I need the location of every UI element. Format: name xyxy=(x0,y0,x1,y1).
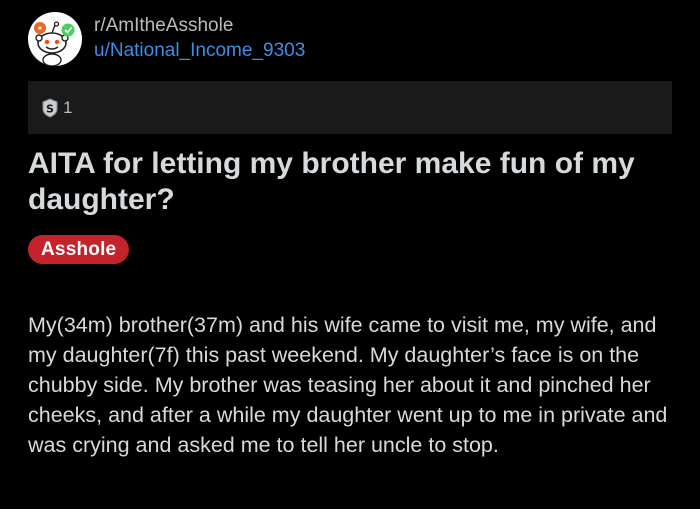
post-title[interactable]: AITA for letting my brother make fun of … xyxy=(28,146,678,218)
award-count: 1 xyxy=(63,97,73,117)
post-flair[interactable]: Asshole xyxy=(28,235,130,264)
post-meta: r/AmItheAsshole u/National_Income_9303 xyxy=(94,14,305,64)
username-link[interactable]: u/National_Income_9303 xyxy=(94,38,305,64)
awards-bar: S 1 xyxy=(28,81,672,134)
svg-text:S: S xyxy=(46,102,54,115)
subreddit-link[interactable]: r/AmItheAsshole xyxy=(94,14,305,38)
post-header: ✶ r/AmItheAsshole u/National_Income_9303 xyxy=(28,12,305,66)
post-body: My(34m) brother(37m) and his wife came t… xyxy=(28,313,668,457)
snoo-avatar-icon: ✶ xyxy=(34,21,75,66)
silver-award-icon[interactable]: S xyxy=(40,97,60,118)
svg-text:✶: ✶ xyxy=(37,24,44,33)
user-avatar[interactable]: ✶ xyxy=(28,12,82,66)
